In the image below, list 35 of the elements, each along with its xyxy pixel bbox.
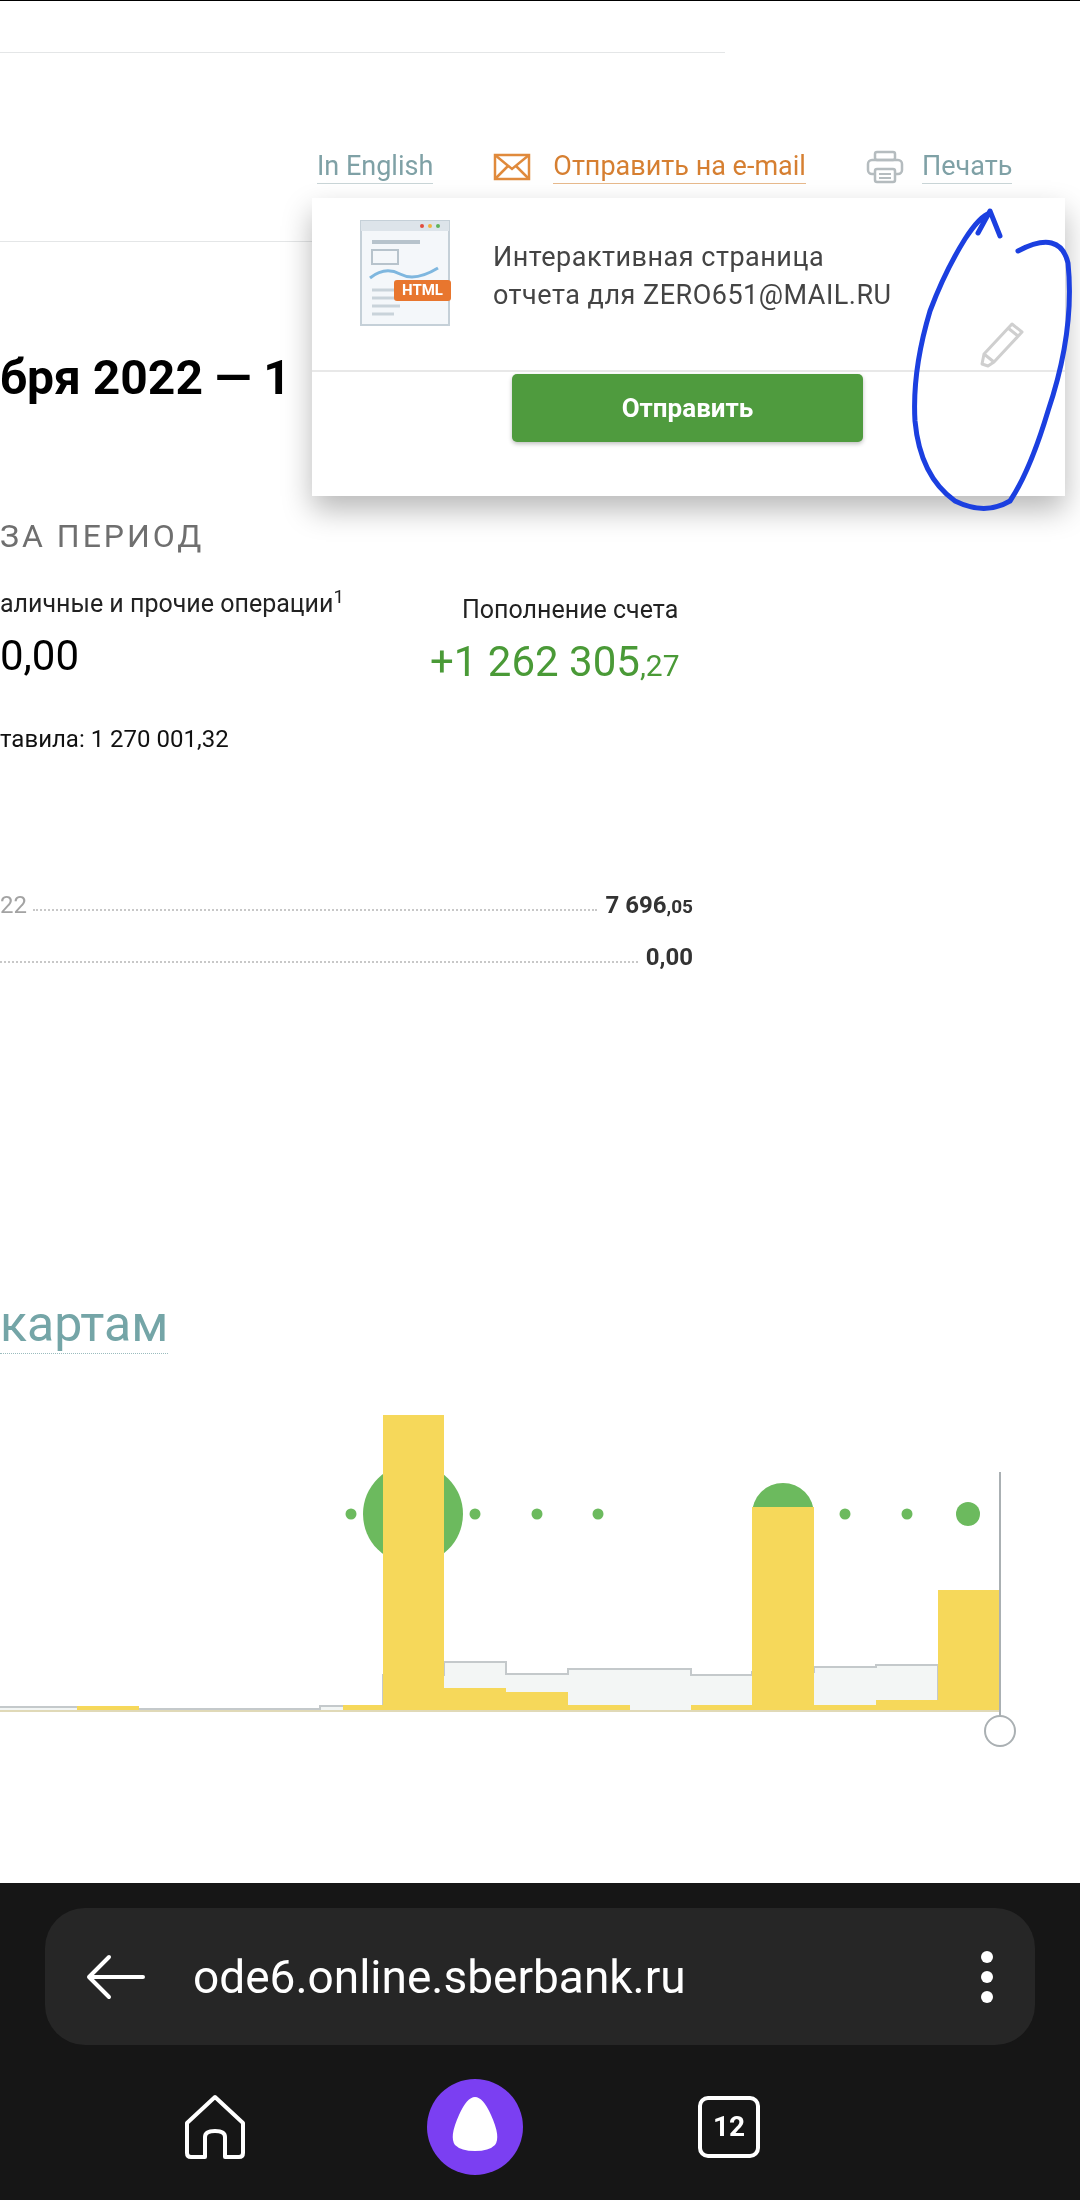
balance-amount: 7 696,05 [605,893,693,918]
tab-count[interactable]: 12 [698,2096,760,2158]
section-title: ЗА ПЕРИОД [0,520,206,552]
balance-amount: 0,00 [645,945,693,970]
chart-dot [956,1502,980,1527]
cards-link[interactable]: картам [0,1295,169,1355]
printer-icon [865,150,904,184]
chart-dot [469,1508,481,1520]
summary-label: аличные и прочие операции$^{1}$ [0,588,345,620]
back-arrow-icon[interactable] [85,1953,145,2000]
address-bar[interactable]: ode6.online.sberbank.ru [45,1908,1035,2045]
url-text: ode6.online.sberbank.ru [193,1953,686,2000]
assistant-icon[interactable] [427,2079,523,2175]
chart-dot [901,1508,913,1520]
total-note: тавила: 1 270 001,32 [0,724,230,756]
chart-dot [531,1508,543,1520]
envelope-icon [493,153,532,181]
balance-label: 22 [0,893,27,918]
slider-handle[interactable] [984,1715,1016,1748]
summary-label: Пополнение счета [461,594,679,626]
html-file-icon [360,220,452,326]
amount: +1 262 305,27 [430,641,680,684]
send-button[interactable]: Отправить [512,374,863,442]
more-options-icon[interactable] [979,1948,995,2005]
file-badge: HTML [394,280,451,301]
chart-bar [77,1706,139,1712]
email-link[interactable]: Отправить на e-mail [553,149,806,185]
amount: 0,00 [0,635,81,678]
email-description: Интерактивная страница отчета для ZERO651@MAIL.RU [493,240,893,313]
chart-dot [592,1508,604,1520]
chart-dot [839,1508,851,1520]
period-title: бря 2022 — 1 [0,354,291,402]
language-link[interactable]: In English [317,149,434,185]
chart-dot [345,1508,357,1520]
print-link[interactable]: Печать [921,149,1013,185]
